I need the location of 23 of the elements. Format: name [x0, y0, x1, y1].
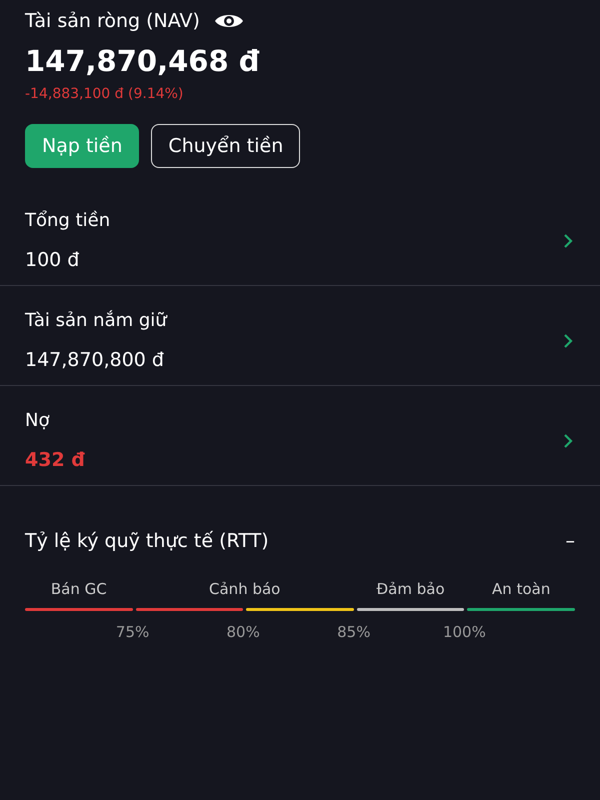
summary-row[interactable]: Tài sản nắm giữ 147,870,800 đ: [0, 286, 600, 386]
nav-change: -14,883,100 đ (9.14%): [25, 86, 184, 102]
zone-label: An toàn: [492, 580, 550, 598]
transfer-button[interactable]: Chuyển tiền: [151, 124, 300, 168]
zone-label: Bán GC: [50, 580, 107, 598]
row-value: 100 đ: [25, 249, 80, 271]
tick-label: 80%: [226, 623, 260, 641]
nav-value: 147,870,468 đ: [25, 44, 260, 78]
tick-label: 85%: [337, 623, 370, 641]
row-label: Tài sản nắm giữ: [25, 310, 167, 331]
zone-label: Đảm bảo: [376, 580, 445, 598]
nav-title: Tài sản ròng (NAV): [25, 10, 200, 32]
tick-label: 100%: [442, 623, 486, 641]
row-value: 432 đ: [25, 449, 85, 471]
summary-row[interactable]: Tổng tiền 100 đ: [0, 186, 600, 286]
row-label: Nợ: [25, 410, 50, 431]
summary-row[interactable]: Nợ 432 đ: [0, 386, 600, 486]
rtt-value: –: [566, 530, 575, 552]
tick-label: 75%: [116, 623, 150, 641]
row-label: Tổng tiền: [25, 210, 110, 231]
rtt-title: Tỷ lệ ký quỹ thực tế (RTT): [25, 530, 269, 552]
row-value: 147,870,800 đ: [25, 349, 165, 371]
zone-label: Cảnh báo: [209, 580, 280, 598]
